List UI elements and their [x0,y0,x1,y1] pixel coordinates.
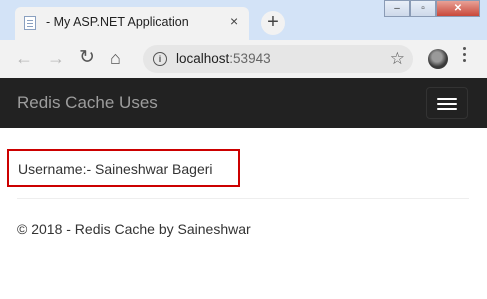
window-close-button[interactable]: ✕ [436,0,480,17]
home-icon[interactable]: ⌂ [110,49,121,67]
browser-tab[interactable]: - My ASP.NET Application × [15,7,249,40]
footer-text: © 2018 - Redis Cache by Saineshwar [17,221,251,237]
username-text: Username:- Saineshwar Bageri [18,161,213,177]
window-maximize-button[interactable]: ▫ [410,0,436,17]
username-highlight-box: Username:- Saineshwar Bageri [7,149,240,187]
address-toolbar: ← → ↻ ⌂ i localhost:53943 ☆ [0,40,487,78]
tab-title: - My ASP.NET Application [46,15,189,29]
star-icon[interactable]: ☆ [390,49,405,69]
menu-icon[interactable] [463,47,467,65]
site-navbar: Redis Cache Uses [0,78,487,128]
window-minimize-button[interactable]: – [384,0,410,17]
footer-divider [17,198,469,199]
reload-icon[interactable]: ↻ [79,48,95,67]
page-favicon-icon [24,16,36,30]
url-host: localhost [176,51,230,66]
hamburger-bar-icon [437,98,457,100]
profile-avatar[interactable] [428,49,448,69]
page-content: Redis Cache Uses Username:- Saineshwar B… [0,78,487,299]
address-bar[interactable]: i localhost:53943 ☆ [143,45,413,73]
forward-arrow-icon[interactable]: → [47,49,65,67]
new-tab-button[interactable]: + [261,11,285,35]
navbar-brand[interactable]: Redis Cache Uses [17,93,158,113]
browser-title-bar: - My ASP.NET Application × + – ▫ ✕ [0,0,487,40]
url-port: :53943 [229,51,271,66]
navbar-toggle-button[interactable] [426,87,468,119]
hamburger-bar-icon [437,108,457,110]
info-icon[interactable]: i [153,52,167,66]
back-arrow-icon[interactable]: ← [15,49,33,67]
tab-close-icon[interactable]: × [230,14,238,28]
url-text[interactable]: localhost:53943 [176,51,271,66]
hamburger-bar-icon [437,103,457,105]
